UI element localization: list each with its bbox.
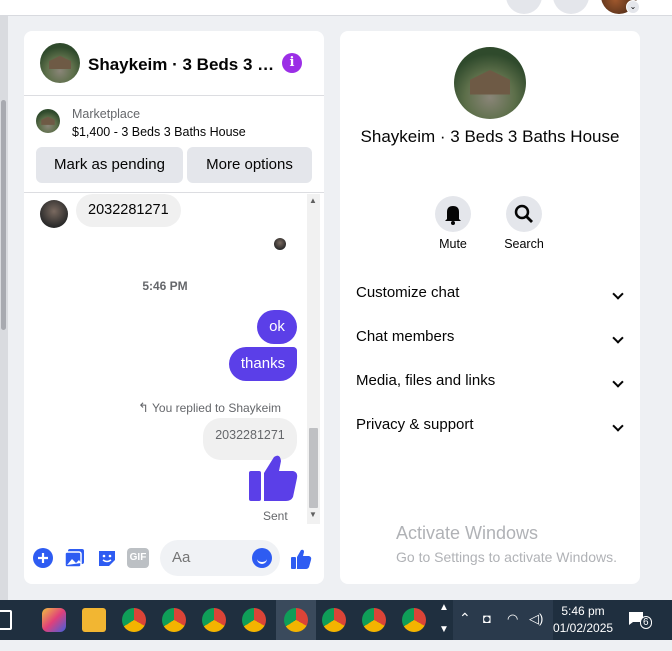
- more-options-button[interactable]: More options: [187, 147, 312, 183]
- mute-button[interactable]: [435, 196, 471, 232]
- chat-title[interactable]: Shaykeim · 3 Beds 3 …: [88, 55, 274, 75]
- browser-top-bar: ⌄: [0, 0, 672, 16]
- clock-time: 5:46 pm: [561, 604, 605, 618]
- activate-windows-subtitle: Go to Settings to activate Windows.: [396, 549, 617, 565]
- chat-scrollbar[interactable]: ▲ ▼: [307, 194, 320, 524]
- clock-date: 01/02/2025: [553, 621, 614, 635]
- taskbar-clock[interactable]: 5:46 pm 01/02/2025: [553, 603, 613, 637]
- menu-button[interactable]: [506, 0, 542, 14]
- listing-avatar[interactable]: [40, 43, 80, 83]
- file-explorer-icon[interactable]: [82, 608, 106, 632]
- gif-icon[interactable]: GIF: [127, 548, 149, 568]
- chrome-icon[interactable]: [362, 608, 386, 632]
- outgoing-message[interactable]: ok: [257, 310, 297, 344]
- emoji-icon[interactable]: [252, 548, 272, 568]
- mute-label: Mute: [439, 237, 467, 251]
- wifi-icon[interactable]: ◠: [507, 611, 518, 651]
- page-scroll-thumb[interactable]: [1, 100, 6, 330]
- chat-info-panel: Shaykeim · 3 Beds 3 Baths House Mute Sea…: [340, 31, 640, 584]
- show-hidden-icons-icon[interactable]: ⌃: [459, 610, 471, 650]
- listing-profile-photo[interactable]: [454, 47, 526, 119]
- chrome-icon[interactable]: [242, 608, 266, 632]
- copilot-icon[interactable]: [42, 608, 66, 632]
- section-label: Media, files and links: [356, 372, 496, 389]
- scroll-up-icon[interactable]: ▲: [309, 196, 317, 205]
- bell-icon: [445, 206, 461, 225]
- chat-scroll-thumb[interactable]: [309, 428, 318, 508]
- mark-as-pending-button[interactable]: Mark as pending: [36, 147, 183, 183]
- read-receipt-avatar: [274, 238, 286, 250]
- message-list[interactable]: 2032281271 5:46 PM ok thanks ↰ You repli…: [24, 194, 324, 528]
- chevron-down-icon: [612, 332, 624, 344]
- notification-center[interactable]: 6: [628, 610, 652, 630]
- listing-title[interactable]: $1,400 - 3 Beds 3 Baths House: [72, 125, 246, 139]
- system-tray: ⌃ ◘ ◠ ◁): [453, 600, 553, 640]
- chat-header: Shaykeim · 3 Beds 3 … i: [24, 31, 324, 96]
- volume-icon[interactable]: ◁): [529, 611, 543, 651]
- chevron-down-icon: [612, 420, 624, 432]
- outgoing-message[interactable]: thanks: [229, 347, 297, 381]
- taskbar-scroll-arrows[interactable]: ▲ ▼: [439, 602, 449, 642]
- chat-window: Shaykeim · 3 Beds 3 … i Marketplace $1,4…: [24, 31, 324, 584]
- sent-status: Sent: [263, 509, 288, 523]
- thumbs-up-icon[interactable]: [248, 453, 298, 503]
- message-composer: GIF: [24, 536, 324, 584]
- listing-thumbnail[interactable]: [36, 109, 60, 133]
- chrome-icon[interactable]: [322, 608, 346, 632]
- chevron-down-icon: [612, 376, 624, 388]
- info-panel-title: Shaykeim · 3 Beds 3 Baths House: [360, 127, 620, 146]
- section-label: Chat members: [356, 328, 455, 345]
- section-media-files-links[interactable]: Media, files and links: [356, 372, 626, 396]
- message-input[interactable]: [172, 549, 242, 566]
- activate-windows-title: Activate Windows: [396, 523, 539, 543]
- marketplace-label: Marketplace: [72, 107, 141, 121]
- chrome-icon[interactable]: [284, 608, 308, 632]
- chevron-down-icon[interactable]: ⌄: [626, 0, 640, 14]
- windows-taskbar: ▲ ▼ ⌃ ◘ ◠ ◁) 5:46 pm 01/02/2025 6: [0, 600, 672, 640]
- marketplace-banner: Marketplace $1,400 - 3 Beds 3 Baths Hous…: [24, 97, 324, 193]
- sticker-icon[interactable]: [96, 547, 118, 569]
- reply-indicator: ↰ You replied to Shaykeim: [138, 400, 281, 416]
- notification-count: 6: [640, 616, 652, 629]
- search-icon: [514, 204, 533, 223]
- scroll-down-icon[interactable]: ▼: [309, 510, 317, 519]
- photo-icon[interactable]: [64, 547, 86, 569]
- section-chat-members[interactable]: Chat members: [356, 328, 626, 352]
- search-label: Search: [504, 237, 544, 251]
- chrome-icon[interactable]: [402, 608, 426, 632]
- chrome-icon[interactable]: [202, 608, 226, 632]
- notifications-button[interactable]: [553, 0, 589, 14]
- section-label: Customize chat: [356, 284, 460, 301]
- chrome-icon[interactable]: [162, 608, 186, 632]
- section-label: Privacy & support: [356, 416, 474, 433]
- chrome-icon[interactable]: [122, 608, 146, 632]
- message-timestamp: 5:46 PM: [142, 279, 188, 293]
- reply-arrow-icon: ↰: [138, 400, 149, 415]
- like-icon[interactable]: [290, 548, 312, 570]
- section-customize-chat[interactable]: Customize chat: [356, 284, 626, 308]
- plus-circle-icon[interactable]: [32, 547, 54, 569]
- reply-indicator-text: You replied to Shaykeim: [152, 401, 282, 415]
- message-input-box[interactable]: [160, 540, 280, 576]
- info-icon[interactable]: i: [282, 53, 302, 73]
- section-privacy-support[interactable]: Privacy & support: [356, 416, 626, 440]
- meet-now-icon[interactable]: ◘: [483, 611, 491, 651]
- sender-avatar[interactable]: [40, 200, 68, 228]
- incoming-message[interactable]: 2032281271: [76, 194, 181, 227]
- task-view-icon[interactable]: [0, 610, 12, 630]
- chevron-down-icon: [612, 288, 624, 300]
- page-scrollbar[interactable]: [0, 16, 8, 600]
- search-button[interactable]: [506, 196, 542, 232]
